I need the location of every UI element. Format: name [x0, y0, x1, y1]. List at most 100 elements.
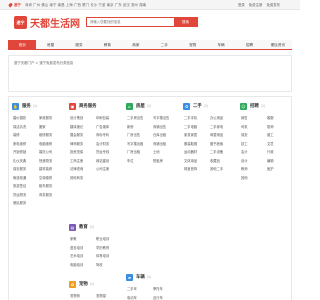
category-link[interactable]: 会计 — [241, 149, 248, 154]
category-link[interactable]: 厨师 — [267, 124, 274, 129]
category-link[interactable]: 司机 — [241, 124, 248, 129]
category-link[interactable]: 其他商务 — [70, 175, 83, 180]
category-link[interactable]: 管道疏通 — [13, 175, 26, 180]
category-link[interactable]: 会计财务 — [96, 141, 109, 146]
register-link[interactable]: 免费注册 — [249, 3, 263, 7]
category-link[interactable]: 摩托车 — [153, 286, 163, 291]
nav-item[interactable]: 车辆 — [207, 40, 235, 49]
category-link[interactable]: 商务服务 — [39, 192, 52, 197]
category-link[interactable]: 客服 — [267, 115, 274, 120]
category-link[interactable]: 旅游签证 — [13, 183, 26, 188]
category-link[interactable]: 保洁清洗 — [13, 124, 26, 129]
nav-item[interactable]: 宠物 — [178, 40, 206, 49]
category-link[interactable]: 行政 — [267, 149, 274, 154]
category-link[interactable]: 运动器材 — [184, 149, 197, 154]
nav-item[interactable]: 房屋 — [36, 40, 64, 49]
category-header[interactable]: ♻ 二手 (1) — [183, 101, 208, 111]
search-button[interactable]: 搜索 — [174, 18, 197, 26]
category-link[interactable]: 公司注册 — [96, 166, 109, 171]
category-link[interactable]: 礼仪庆典 — [13, 158, 26, 163]
category-link[interactable]: 编辑 — [267, 158, 274, 163]
category-link[interactable]: 设计策划 — [70, 115, 83, 120]
category-link[interactable]: 货运物流 — [13, 192, 26, 197]
category-link[interactable]: 婚纱摄影 — [13, 115, 26, 120]
category-link[interactable]: 商铺出售 — [153, 124, 166, 129]
category-link[interactable]: 土地 — [153, 149, 160, 154]
category-link[interactable]: 宠物狗 — [70, 293, 80, 298]
category-link[interactable]: 货运专线 — [96, 149, 109, 154]
nav-item[interactable]: 首页 — [8, 40, 37, 49]
category-link[interactable]: 建材装修 — [39, 166, 52, 171]
category-link[interactable]: 广告媒体 — [96, 124, 109, 129]
category-link[interactable]: 写字楼出售 — [153, 115, 169, 120]
category-link[interactable]: 珠宝首饰 — [184, 166, 197, 171]
nav-item[interactable]: 招聘 — [235, 40, 263, 49]
category-link[interactable]: 文员 — [267, 141, 274, 146]
category-header[interactable]: ☺ 招聘 (1) — [240, 101, 265, 111]
category-link[interactable]: 商标专利 — [96, 132, 109, 137]
category-link[interactable]: 医护 — [267, 166, 274, 171]
category-link[interactable]: 办公用品 — [210, 115, 223, 120]
category-link[interactable]: 法律咨询 — [70, 166, 83, 171]
search-input[interactable] — [87, 18, 173, 26]
breadcrumb-text[interactable]: 遂宁天都门户 > 遂宁免费发布分类信息 — [14, 61, 73, 65]
category-header[interactable]: ▣ 商务服务 — [69, 101, 99, 111]
category-link[interactable]: 仓库出租 — [153, 132, 166, 137]
category-link[interactable]: 设计 — [241, 158, 248, 163]
category-link[interactable]: 律师服务 — [70, 141, 83, 146]
category-link[interactable]: 保安服务 — [13, 166, 26, 171]
nav-item[interactable]: 商家 — [122, 40, 150, 49]
category-link[interactable]: 技工 — [241, 141, 248, 146]
category-link[interactable]: 翻译速记 — [70, 124, 83, 129]
category-link[interactable]: 车位 — [127, 158, 134, 163]
category-link[interactable]: 服装鞋帽 — [184, 141, 197, 146]
category-link[interactable]: 工商注册 — [70, 158, 83, 163]
category-link[interactable]: 其他 — [241, 175, 248, 180]
category-link[interactable]: 空调维修 — [39, 175, 52, 180]
category-link[interactable]: 教师 — [241, 166, 248, 171]
category-link[interactable]: 新房 — [127, 124, 134, 129]
category-link[interactable]: 短租房 — [153, 158, 163, 163]
category-link[interactable]: 二手房出售 — [127, 115, 143, 120]
category-link[interactable]: 电动车 — [127, 295, 137, 300]
category-link[interactable]: 展会服务 — [70, 132, 83, 137]
city-links[interactable]: 深圳 广州 佛山 南宁 南昌 上海 广西 厦门 长沙 宁波 南京 广东 武汉 常… — [25, 0, 146, 9]
category-header[interactable]: ▤ 教育 (1) — [69, 222, 94, 232]
category-link[interactable]: 便民服务 — [13, 200, 26, 205]
category-link[interactable]: 保安 — [241, 132, 248, 137]
category-link[interactable]: 销售 — [241, 115, 248, 120]
category-link[interactable]: 宠物猫 — [96, 293, 106, 298]
post-link[interactable]: 免费发布 — [266, 3, 280, 7]
category-header[interactable]: ▰ 车辆 (1) — [126, 272, 151, 282]
category-header[interactable]: ✿ 宠物 (1) — [69, 279, 94, 289]
category-link[interactable]: 二手车 — [127, 286, 137, 291]
category-link[interactable]: 图书音像 — [210, 141, 223, 146]
category-link[interactable]: 厂房出租 — [127, 149, 140, 154]
category-link[interactable]: 家教 — [70, 236, 77, 241]
category-link[interactable]: 普工 — [267, 132, 274, 137]
category-link[interactable]: 商铺出租 — [153, 141, 166, 146]
category-link[interactable]: 网站建设 — [96, 158, 109, 163]
category-link[interactable]: 二手手机 — [184, 115, 197, 120]
category-link[interactable]: 收藏品 — [210, 158, 220, 163]
category-link[interactable]: 快递物流 — [39, 158, 52, 163]
category-link[interactable]: 二手电脑 — [184, 124, 197, 129]
nav-item[interactable]: 服务 — [65, 40, 93, 49]
category-link[interactable]: 艺术培训 — [70, 253, 83, 258]
nav-item[interactable]: 二手 — [150, 40, 178, 49]
category-link[interactable]: 电脑维修 — [39, 141, 52, 146]
category-link[interactable]: 写字楼出租 — [127, 141, 143, 146]
current-city[interactable]: 遂宁 — [14, 0, 21, 9]
category-link[interactable]: 搬家 — [39, 124, 46, 129]
nav-item[interactable]: 便民资讯 — [264, 40, 292, 49]
nav-item[interactable]: 教育 — [93, 40, 121, 49]
category-link[interactable]: 体育培训 — [96, 253, 109, 258]
login-link[interactable]: 登录 — [238, 3, 245, 7]
category-link[interactable]: 自行车 — [153, 295, 163, 300]
category-link[interactable]: 其他二手 — [210, 166, 223, 171]
category-link[interactable]: 装修 — [13, 132, 20, 137]
site-logo[interactable]: 遂宁 天都生活网 — [14, 14, 80, 30]
category-link[interactable]: 文体用品 — [184, 158, 197, 163]
category-link[interactable]: 家政服务 — [39, 115, 52, 120]
category-link[interactable]: 投资担保 — [70, 149, 83, 154]
